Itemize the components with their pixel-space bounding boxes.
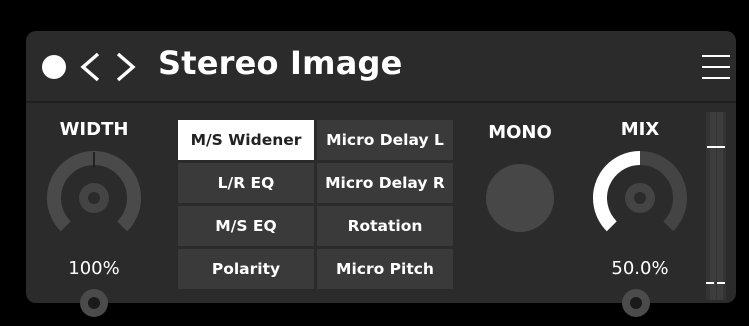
chevron-left-icon[interactable] bbox=[78, 50, 102, 84]
mix-label: MIX bbox=[620, 119, 660, 140]
plugin-panel: Stereo Image WIDTH 100% M/S Widener Micr… bbox=[26, 31, 736, 317]
plugin-header: Stereo Image bbox=[26, 31, 736, 103]
mix-value: 50.0% bbox=[611, 258, 669, 279]
mode-button-micro-delay-l[interactable]: Micro Delay L bbox=[317, 120, 453, 160]
mode-button-lr-eq[interactable]: L/R EQ bbox=[178, 163, 314, 203]
plugin-title: Stereo Image bbox=[158, 44, 403, 82]
width-mod-ring-icon[interactable] bbox=[80, 289, 108, 317]
mode-button-rotation[interactable]: Rotation bbox=[317, 206, 453, 246]
width-knob-center bbox=[88, 192, 100, 204]
meter-channel-left bbox=[710, 112, 716, 300]
mono-label: MONO bbox=[488, 122, 552, 143]
mode-button-ms-eq[interactable]: M/S EQ bbox=[178, 206, 314, 246]
mix-knob[interactable] bbox=[588, 146, 692, 250]
meter-peak-marker bbox=[707, 146, 725, 148]
mix-mod-ring-icon[interactable] bbox=[622, 289, 650, 317]
hamburger-menu-icon[interactable] bbox=[702, 51, 732, 83]
mode-button-polarity[interactable]: Polarity bbox=[178, 249, 314, 289]
meter-channel-right bbox=[717, 112, 723, 300]
width-value: 100% bbox=[68, 258, 120, 279]
width-label: WIDTH bbox=[59, 119, 129, 140]
mode-button-micro-delay-r[interactable]: Micro Delay R bbox=[317, 163, 453, 203]
mode-grid: M/S Widener Micro Delay L L/R EQ Micro D… bbox=[178, 120, 454, 290]
output-level-meter bbox=[706, 112, 726, 300]
mono-toggle-button[interactable] bbox=[486, 164, 554, 232]
meter-floor-marker-right bbox=[717, 282, 725, 284]
width-knob[interactable] bbox=[42, 146, 146, 250]
circle-power-icon[interactable] bbox=[42, 55, 66, 79]
mix-knob-center bbox=[634, 192, 646, 204]
chevron-right-icon[interactable] bbox=[114, 50, 138, 84]
mode-button-ms-widener[interactable]: M/S Widener bbox=[178, 120, 314, 160]
mode-button-micro-pitch[interactable]: Micro Pitch bbox=[317, 249, 453, 289]
meter-floor-marker-left bbox=[706, 282, 714, 284]
